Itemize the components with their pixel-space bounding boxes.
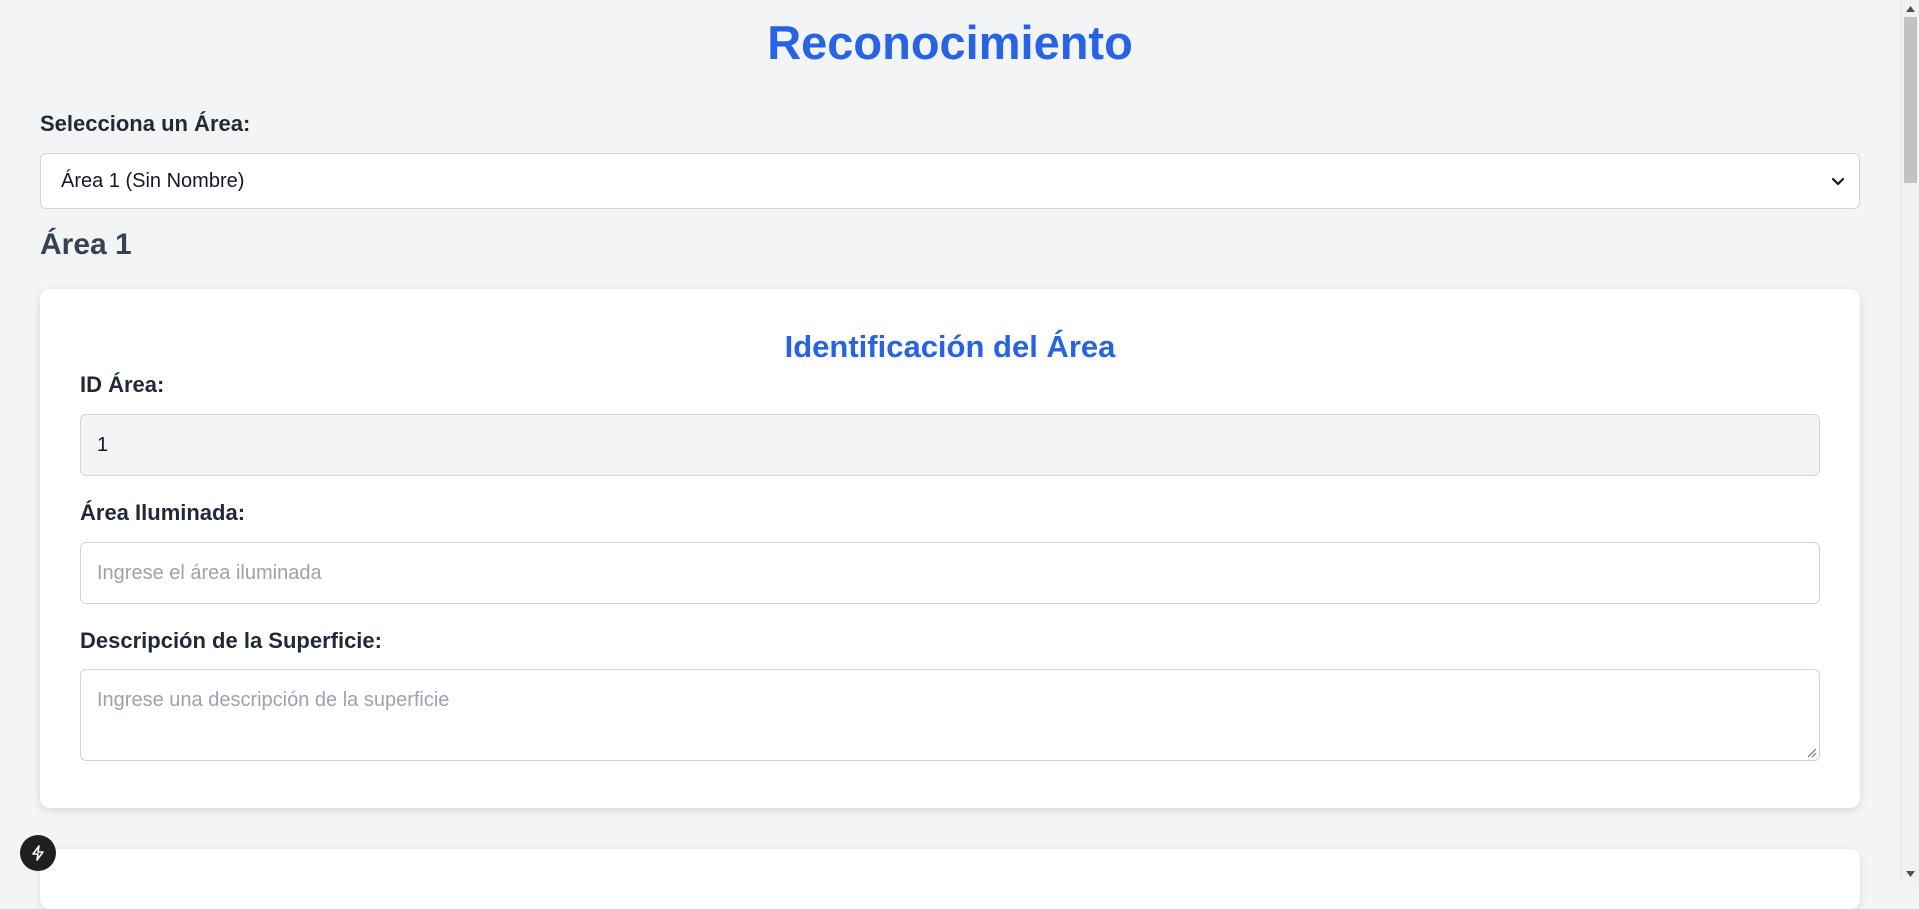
area-select[interactable]: Área 1 (Sin Nombre) [40,153,1860,209]
scrollbar-thumb[interactable] [1904,17,1917,183]
vertical-scrollbar[interactable] [1900,0,1919,882]
resize-grip-icon[interactable] [1805,746,1817,758]
area-iluminada-label: Área Iluminada: [80,500,246,525]
area-iluminada-placeholder: Ingrese el área iluminada [97,561,322,584]
page: Reconocimiento Selecciona un Área: Área … [0,0,1900,909]
scroll-down-arrow-icon[interactable] [1901,865,1919,882]
id-area-field: 1 [80,414,1820,476]
next-card [40,849,1860,909]
chevron-down-icon [1831,177,1845,186]
floating-action-button[interactable] [20,835,56,871]
descripcion-superficie-textarea[interactable]: Ingrese una descripción de la superficie [80,669,1820,761]
lightning-bolt-icon [32,845,44,861]
scroll-up-arrow-icon[interactable] [1901,0,1919,17]
card-title: Identificación del Área [784,329,1116,364]
area-iluminada-input[interactable]: Ingrese el área iluminada [80,542,1820,604]
descripcion-superficie-placeholder: Ingrese una descripción de la superficie [97,689,450,711]
area-select-label: Selecciona un Área: [40,111,251,136]
id-area-value: 1 [97,433,109,456]
identification-card: Identificación del Área ID Área: 1 Área … [40,289,1860,808]
area-select-value: Área 1 (Sin Nombre) [61,169,245,192]
descripcion-superficie-label: Descripción de la Superficie: [80,628,382,653]
id-area-label: ID Área: [80,372,165,397]
page-title: Reconocimiento [767,16,1133,69]
area-heading: Área 1 [40,228,132,261]
